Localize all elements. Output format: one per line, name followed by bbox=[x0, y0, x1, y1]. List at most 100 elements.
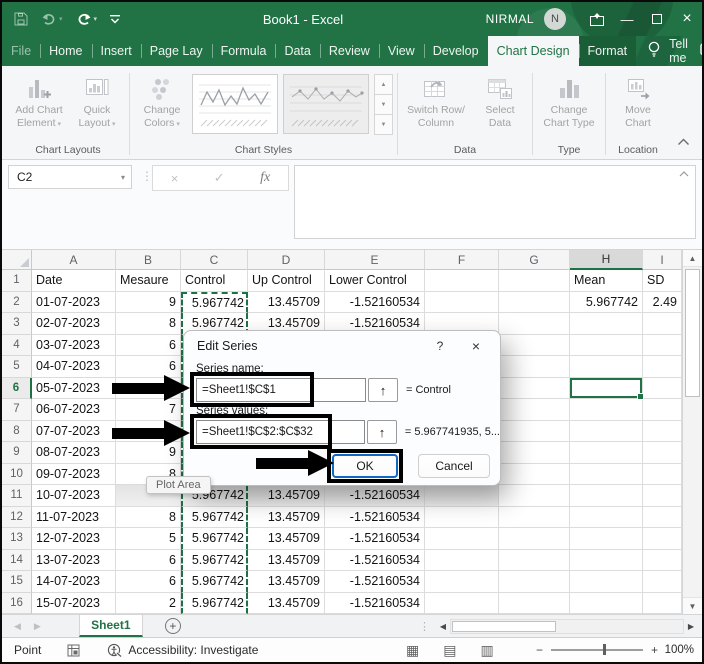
redo-button[interactable]: ▾ bbox=[76, 13, 98, 26]
tab-formula[interactable]: Formula bbox=[212, 36, 276, 66]
zoom-level[interactable]: 100% bbox=[665, 644, 694, 656]
cell-E13[interactable]: -1.52160534 bbox=[325, 528, 425, 550]
page-break-view-icon[interactable]: ▥ bbox=[480, 642, 493, 659]
macro-record-icon[interactable] bbox=[67, 644, 81, 657]
cell-H3[interactable] bbox=[570, 313, 643, 335]
tell-me[interactable]: Tell me bbox=[636, 36, 700, 66]
row-header-16[interactable]: 16 bbox=[2, 593, 32, 615]
cell-E11[interactable]: -1.52160534 bbox=[325, 485, 425, 507]
row-header-10[interactable]: 10 bbox=[2, 464, 32, 486]
cell-C16[interactable]: 5.967742 bbox=[181, 593, 248, 615]
cell-A11[interactable]: 10-07-2023 bbox=[32, 485, 116, 507]
change-chart-type-button[interactable]: Change Chart Type bbox=[537, 71, 601, 129]
cell-A14[interactable]: 13-07-2023 bbox=[32, 550, 116, 572]
sheet-tab-sheet1[interactable]: Sheet1 bbox=[79, 615, 143, 637]
cell-E16[interactable]: -1.52160534 bbox=[325, 593, 425, 615]
cell-D14[interactable]: 13.45709 bbox=[248, 550, 325, 572]
gallery-scroll-up-icon[interactable]: ▲ bbox=[374, 74, 393, 95]
gallery-more-icon[interactable]: ▼ bbox=[374, 114, 393, 135]
cell-G6[interactable] bbox=[499, 378, 570, 400]
cell-I9[interactable] bbox=[643, 442, 682, 464]
cell-H16[interactable] bbox=[570, 593, 643, 615]
zoom-out-button[interactable]: − bbox=[536, 643, 543, 657]
cell-I11[interactable] bbox=[643, 485, 682, 507]
tab-view[interactable]: View bbox=[379, 36, 424, 66]
column-header-G[interactable]: G bbox=[499, 250, 570, 270]
column-header-A[interactable]: A bbox=[32, 250, 116, 270]
row-header-14[interactable]: 14 bbox=[2, 550, 32, 572]
horizontal-scrollbar[interactable]: ◀ ▶ bbox=[436, 615, 698, 637]
avatar[interactable]: N bbox=[544, 8, 566, 30]
cell-I5[interactable] bbox=[643, 356, 682, 378]
cell-B13[interactable]: 5 bbox=[116, 528, 181, 550]
comments-button[interactable] bbox=[700, 36, 704, 66]
column-header-E[interactable]: E bbox=[325, 250, 425, 270]
sheet-nav-left-icon[interactable]: ◀ bbox=[14, 621, 21, 632]
tab-data[interactable]: Data bbox=[275, 36, 319, 66]
cell-G1[interactable] bbox=[499, 270, 570, 292]
select-data-button[interactable]: Select Data bbox=[472, 71, 528, 129]
cell-G11[interactable] bbox=[499, 485, 570, 507]
cell-I7[interactable] bbox=[643, 399, 682, 421]
cell-I2[interactable]: 2.49 bbox=[643, 292, 682, 314]
sheet-nav-right-icon[interactable]: ▶ bbox=[34, 621, 41, 632]
cell-A2[interactable]: 01-07-2023 bbox=[32, 292, 116, 314]
row-header-5[interactable]: 5 bbox=[2, 356, 32, 378]
vertical-scrollbar[interactable]: ▲ ▼ bbox=[682, 250, 702, 614]
cell-A9[interactable]: 08-07-2023 bbox=[32, 442, 116, 464]
cell-F2[interactable] bbox=[425, 292, 499, 314]
switch-row-column-button[interactable]: Switch Row/ Column bbox=[402, 71, 470, 129]
insert-function-icon[interactable]: fx bbox=[260, 170, 270, 186]
row-header-7[interactable]: 7 bbox=[2, 399, 32, 421]
cell-H7[interactable] bbox=[570, 399, 643, 421]
cell-D12[interactable]: 13.45709 bbox=[248, 507, 325, 529]
chart-style-1-thumbnail[interactable] bbox=[192, 74, 278, 134]
cell-B4[interactable]: 6 bbox=[116, 335, 181, 357]
cell-C1[interactable]: Control bbox=[181, 270, 248, 292]
close-button[interactable]: × bbox=[672, 2, 702, 36]
cell-I3[interactable] bbox=[643, 313, 682, 335]
series-name-range-selector-icon[interactable]: ↑ bbox=[368, 378, 398, 402]
cell-E12[interactable]: -1.52160534 bbox=[325, 507, 425, 529]
cell-F16[interactable] bbox=[425, 593, 499, 615]
row-header-12[interactable]: 12 bbox=[2, 507, 32, 529]
cell-D11[interactable]: 13.45709 bbox=[248, 485, 325, 507]
cell-H9[interactable] bbox=[570, 442, 643, 464]
cell-G9[interactable] bbox=[499, 442, 570, 464]
quick-layout-button[interactable]: Quick Layout▾ bbox=[69, 71, 125, 129]
cell-H5[interactable] bbox=[570, 356, 643, 378]
row-header-3[interactable]: 3 bbox=[2, 313, 32, 335]
row-header-6[interactable]: 6 bbox=[2, 378, 32, 400]
normal-view-icon[interactable]: ▦ bbox=[406, 642, 419, 659]
cell-F14[interactable] bbox=[425, 550, 499, 572]
ribbon-display-options-icon[interactable] bbox=[582, 2, 612, 36]
cell-C15[interactable]: 5.967742 bbox=[181, 571, 248, 593]
minimize-button[interactable]: — bbox=[612, 2, 642, 36]
zoom-slider[interactable] bbox=[551, 649, 643, 651]
cell-H11[interactable] bbox=[570, 485, 643, 507]
cell-I10[interactable] bbox=[643, 464, 682, 486]
cell-I4[interactable] bbox=[643, 335, 682, 357]
add-chart-element-button[interactable]: Add Chart Element▾ bbox=[11, 71, 67, 129]
name-box[interactable]: C2 ▾ bbox=[8, 165, 132, 189]
cell-A8[interactable]: 07-07-2023 bbox=[32, 421, 116, 443]
tab-file[interactable]: File bbox=[2, 36, 40, 66]
cell-G2[interactable] bbox=[499, 292, 570, 314]
row-header-1[interactable]: 1 bbox=[2, 270, 32, 292]
cell-H15[interactable] bbox=[570, 571, 643, 593]
tab-insert[interactable]: Insert bbox=[92, 36, 141, 66]
cell-F1[interactable] bbox=[425, 270, 499, 292]
accessibility-status[interactable]: Accessibility: Investigate bbox=[107, 643, 258, 657]
cell-G14[interactable] bbox=[499, 550, 570, 572]
cell-G7[interactable] bbox=[499, 399, 570, 421]
row-header-8[interactable]: 8 bbox=[2, 421, 32, 443]
cell-A7[interactable]: 06-07-2023 bbox=[32, 399, 116, 421]
cell-C12[interactable]: 5.967742 bbox=[181, 507, 248, 529]
cell-H4[interactable] bbox=[570, 335, 643, 357]
cell-B16[interactable]: 2 bbox=[116, 593, 181, 615]
row-header-9[interactable]: 9 bbox=[2, 442, 32, 464]
tab-review[interactable]: Review bbox=[320, 36, 379, 66]
cell-A4[interactable]: 03-07-2023 bbox=[32, 335, 116, 357]
cell-F15[interactable] bbox=[425, 571, 499, 593]
zoom-in-button[interactable]: + bbox=[651, 643, 658, 657]
